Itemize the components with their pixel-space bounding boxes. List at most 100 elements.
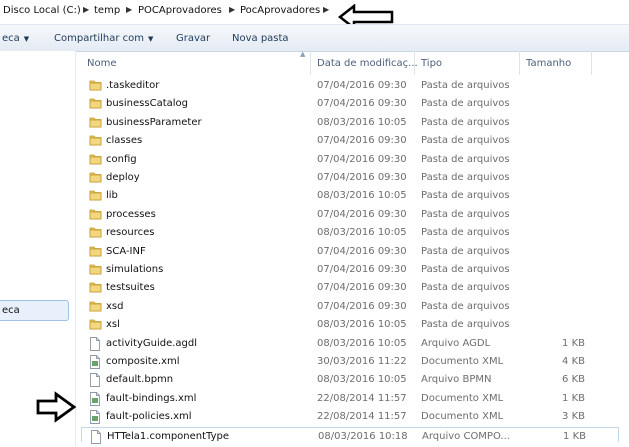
file-row[interactable]: default.bpmn 08/03/2016 10:05 Arquivo BPMN… [81, 371, 617, 389]
file-name: resources [106, 227, 155, 239]
file-row[interactable]: activityGuide.agdl 08/03/2016 10:05 Arquiv… [81, 335, 617, 353]
breadcrumb-current-folder[interactable]: PocAprovadores [240, 5, 320, 16]
folder-icon [89, 263, 102, 278]
breadcrumb-separator-icon[interactable]: ▶ [83, 5, 89, 14]
file-type: Arquivo COMPO... [422, 430, 510, 442]
breadcrumb-separator-icon[interactable]: ▶ [126, 5, 132, 14]
file-name: .taskeditor [106, 80, 160, 91]
column-header: Nome ▲ Data de modificaç... Tipo Tamanho [81, 50, 629, 75]
include-in-library-button[interactable]: eca ▼ [2, 33, 29, 44]
column-divider[interactable] [414, 51, 415, 75]
file-name: lib [106, 190, 118, 202]
column-divider[interactable] [591, 51, 592, 75]
file-type: Pasta de arquivos [421, 80, 510, 91]
file-date: 07/04/2016 09:30 [317, 282, 407, 294]
sort-ascending-icon: ▲ [300, 50, 306, 58]
breadcrumb-disco-local[interactable]: Disco Local (C:) [3, 5, 81, 16]
file-type: Pasta de arquivos [421, 227, 510, 239]
xml-file-icon [89, 410, 101, 427]
file-date: 07/04/2016 09:30 [317, 172, 407, 183]
file-row[interactable]: simulations 07/04/2016 09:30 Pasta de arqu… [81, 261, 617, 279]
folder-icon [89, 116, 102, 131]
file-date: 08/03/2016 10:05 [317, 190, 407, 202]
file-size: 3 KB [562, 411, 585, 423]
xml-file-icon [89, 355, 101, 372]
share-with-button[interactable]: Compartilhar com ▼ [54, 33, 153, 44]
file-date: 08/03/2016 10:05 [317, 227, 407, 239]
file-row[interactable]: config 07/04/2016 09:30 Pasta de arquivos [81, 151, 617, 169]
file-date: 08/03/2016 10:05 [317, 319, 407, 331]
file-row[interactable]: processes 07/04/2016 09:30 Pasta de arquiv… [81, 206, 617, 224]
file-type: Pasta de arquivos [421, 245, 510, 257]
column-divider[interactable] [519, 51, 520, 75]
file-date: 22/08/2014 11:57 [317, 392, 407, 404]
file-row[interactable]: composite.xml 30/03/2016 11:22 Documento X… [81, 353, 617, 371]
breadcrumb-pocaprovadores[interactable]: POCAprovadores [138, 5, 222, 16]
nav-item-selected[interactable]: eca [0, 300, 69, 321]
file-name: SCA-INF [106, 245, 146, 257]
file-size: 1 KB [562, 392, 585, 404]
file-name: default.bpmn [106, 374, 174, 386]
breadcrumb-separator-icon[interactable]: ▶ [323, 5, 329, 14]
file-type: Arquivo AGDL [421, 337, 491, 349]
file-type: Pasta de arquivos [421, 98, 510, 110]
file-type: Documento XML [421, 356, 504, 367]
file-name: HTTela1.componentType [107, 430, 230, 442]
address-bar[interactable]: Disco Local (C:) ▶ temp ▶ POCAprovadores… [0, 0, 629, 24]
file-row[interactable]: SCA-INF 07/04/2016 09:30 Pasta de arquivos [81, 243, 617, 261]
file-type: Pasta de arquivos [421, 208, 510, 220]
file-name: activityGuide.agdl [106, 337, 198, 349]
file-type: Documento XML [421, 392, 504, 404]
file-row[interactable]: lib 08/03/2016 10:05 Pasta de arquivos [81, 187, 617, 205]
file-name: businessParameter [106, 116, 202, 128]
file-name: xsl [106, 319, 120, 331]
file-date: 07/04/2016 09:30 [317, 135, 407, 147]
navigation-pane[interactable]: eca [0, 51, 76, 446]
breadcrumb-temp[interactable]: temp [94, 5, 120, 16]
dropdown-arrow-icon: ▼ [148, 35, 154, 43]
folder-icon [89, 153, 102, 168]
file-row[interactable]: xsl 08/03/2016 10:05 Pasta de arquivos [81, 316, 617, 334]
folder-icon [89, 189, 102, 204]
dropdown-arrow-icon: ▼ [23, 35, 30, 43]
file-name: config [106, 153, 137, 165]
folder-icon [89, 318, 102, 333]
file-row[interactable]: resources 08/03/2016 10:05 Pasta de arquiv… [81, 224, 617, 242]
column-date[interactable]: Data de modificaç... [317, 58, 418, 69]
file-name: simulations [106, 264, 164, 275]
file-date: 08/03/2016 10:18 [318, 430, 408, 442]
file-name: classes [106, 135, 143, 147]
column-type[interactable]: Tipo [421, 58, 442, 69]
file-row[interactable]: .taskeditor 07/04/2016 09:30 Pasta de arqu… [81, 77, 617, 95]
file-date: 08/03/2016 10:05 [317, 337, 407, 349]
file-row[interactable]: fault-bindings.xml 22/08/2014 11:57 Docume… [81, 390, 617, 408]
file-row[interactable]: xsd 07/04/2016 09:30 Pasta de arquivos [81, 298, 617, 316]
file-name: fault-policies.xml [106, 411, 192, 423]
burn-button[interactable]: Gravar [176, 33, 210, 44]
file-type: Pasta de arquivos [421, 190, 510, 202]
file-date: 07/04/2016 09:30 [317, 264, 407, 275]
column-divider[interactable] [310, 51, 311, 75]
column-name[interactable]: Nome [87, 58, 117, 69]
file-row[interactable]: testsuites 07/04/2016 09:30 Pasta de arqui… [81, 279, 617, 297]
column-size[interactable]: Tamanho [526, 58, 571, 69]
file-row[interactable]: HTTela1.componentType 08/03/2016 10:18 Arq… [81, 426, 619, 444]
folder-icon [89, 281, 102, 296]
file-row[interactable]: businessCatalog 07/04/2016 09:30 Pasta de … [81, 95, 617, 113]
file-type: Pasta de arquivos [421, 172, 510, 183]
file-name: deploy [106, 172, 140, 183]
file-date: 07/04/2016 09:30 [317, 80, 407, 91]
breadcrumb-separator-icon[interactable]: ▶ [229, 5, 235, 14]
file-row[interactable]: deploy 07/04/2016 09:30 Pasta de arquivos [81, 169, 617, 187]
file-row[interactable]: classes 07/04/2016 09:30 Pasta de arquivos [81, 132, 617, 150]
file-size: 6 KB [562, 374, 585, 386]
new-folder-button[interactable]: Nova pasta [232, 33, 289, 44]
file-row[interactable]: businessParameter 08/03/2016 10:05 Pasta d… [81, 114, 617, 132]
file-size: 1 KB [562, 337, 585, 349]
file-date: 08/03/2016 10:05 [317, 116, 407, 128]
file-type: Pasta de arquivos [421, 153, 510, 165]
file-date: 07/04/2016 09:30 [317, 300, 407, 312]
file-name: fault-bindings.xml [106, 392, 197, 404]
file-type: Pasta de arquivos [421, 282, 510, 294]
file-row[interactable]: fault-policies.xml 22/08/2014 11:57 Docume… [81, 408, 617, 426]
